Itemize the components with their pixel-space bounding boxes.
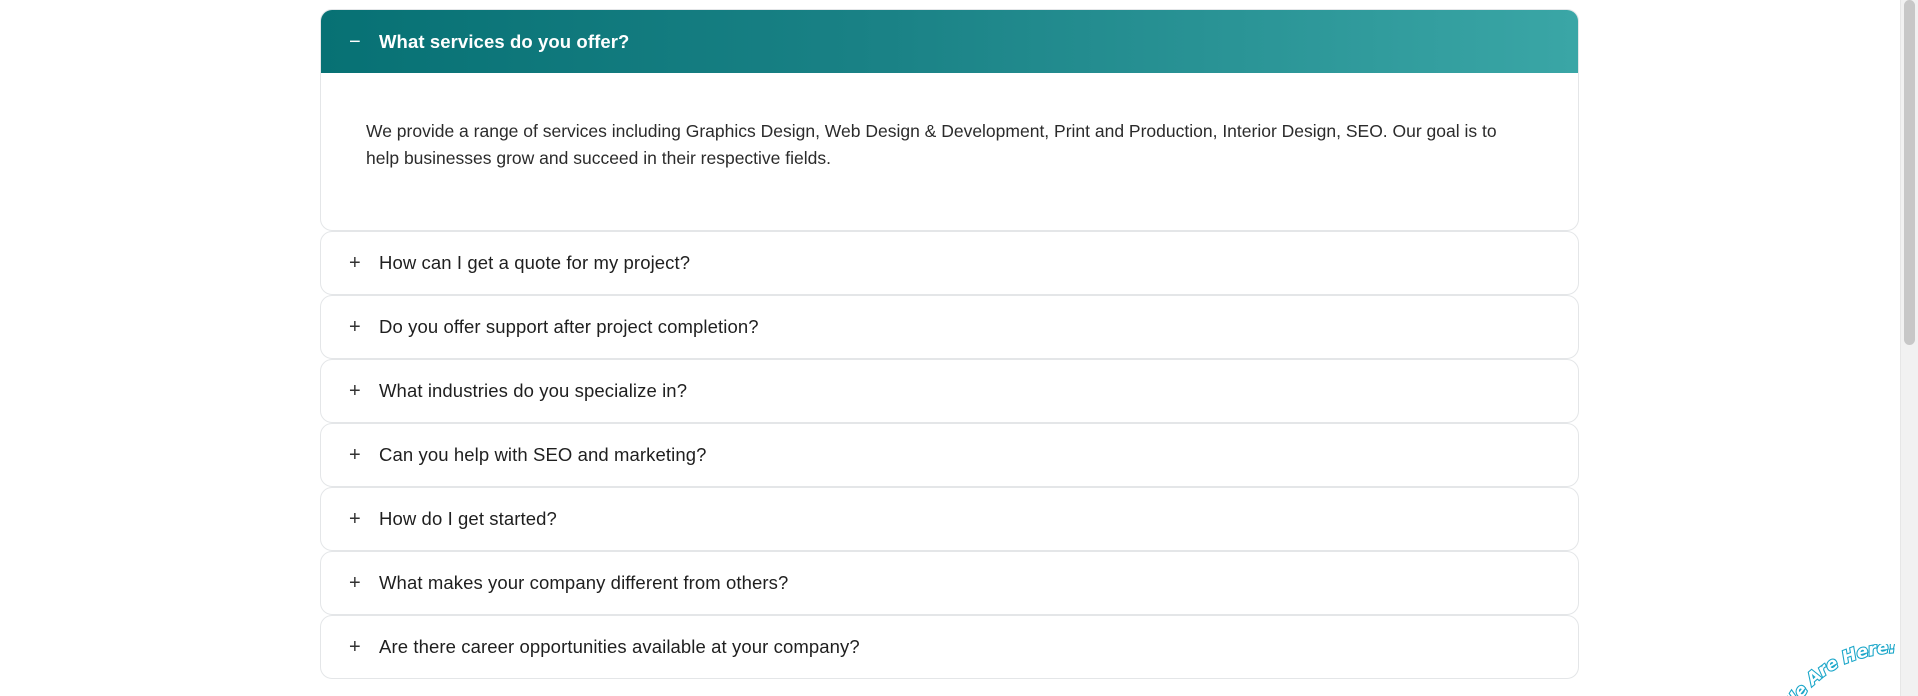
faq-item: + Are there career opportunities availab… (320, 615, 1579, 679)
faq-question-header[interactable]: + What industries do you specialize in? (321, 360, 1578, 422)
faq-question: Do you offer support after project compl… (379, 316, 759, 337)
plus-icon: + (349, 252, 361, 274)
minus-icon: − (349, 30, 361, 53)
faq-question: How can I get a quote for my project? (379, 252, 691, 273)
faq-item: − What services do you offer? We provide… (320, 9, 1579, 231)
faq-item: + What makes your company different from… (320, 551, 1579, 615)
page: − What services do you offer? We provide… (0, 0, 1918, 696)
faq-question-header[interactable]: + Can you help with SEO and marketing? (321, 424, 1578, 486)
we-are-here-badge[interactable]: We Are Here! (1784, 644, 1904, 696)
faq-item: + Can you help with SEO and marketing? (320, 423, 1579, 487)
faq-question: Are there career opportunities available… (379, 636, 860, 657)
badge-text: We Are Here! (1784, 644, 1897, 696)
plus-icon: + (349, 636, 361, 658)
faq-accordion: − What services do you offer? We provide… (320, 9, 1579, 679)
faq-answer: We provide a range of services including… (366, 121, 1497, 168)
faq-item: + Do you offer support after project com… (320, 295, 1579, 359)
page-scrollbar[interactable] (1900, 0, 1918, 696)
scrollbar-thumb[interactable] (1904, 0, 1915, 345)
faq-question: Can you help with SEO and marketing? (379, 444, 707, 465)
faq-question-header[interactable]: + Are there career opportunities availab… (321, 616, 1578, 678)
faq-item: + What industries do you specialize in? (320, 359, 1579, 423)
faq-question-header[interactable]: + What makes your company different from… (321, 552, 1578, 614)
faq-question-header[interactable]: + Do you offer support after project com… (321, 296, 1578, 358)
plus-icon: + (349, 380, 361, 402)
faq-question: What makes your company different from o… (379, 572, 789, 593)
faq-question-header[interactable]: − What services do you offer? (321, 10, 1578, 73)
faq-item: + How do I get started? (320, 487, 1579, 551)
plus-icon: + (349, 444, 361, 466)
faq-item: + How can I get a quote for my project? (320, 231, 1579, 295)
faq-question: How do I get started? (379, 508, 557, 529)
plus-icon: + (349, 572, 361, 594)
faq-question-header[interactable]: + How do I get started? (321, 488, 1578, 550)
plus-icon: + (349, 316, 361, 338)
faq-question-header[interactable]: + How can I get a quote for my project? (321, 232, 1578, 294)
faq-question: What industries do you specialize in? (379, 380, 688, 401)
plus-icon: + (349, 508, 361, 530)
faq-question: What services do you offer? (379, 30, 630, 52)
